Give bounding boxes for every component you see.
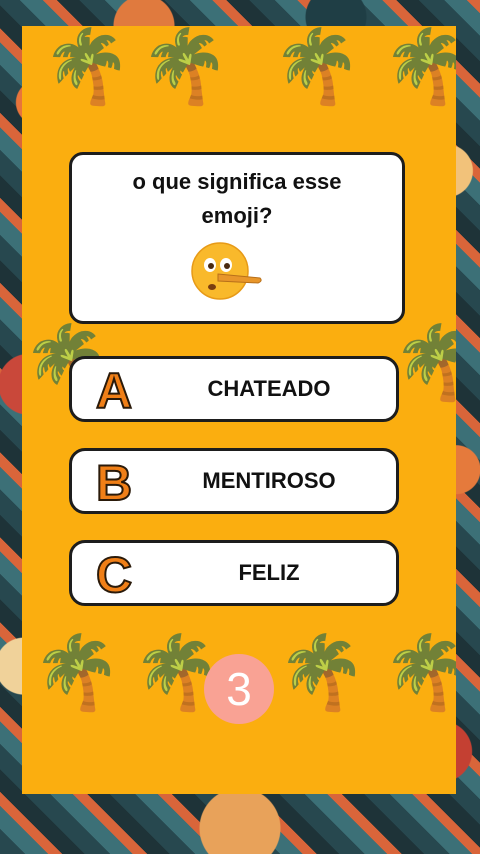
lying-face-emoji-icon — [191, 242, 262, 300]
palm-tree-icon: 🌴 — [32, 630, 122, 714]
countdown-timer: 3 — [204, 654, 274, 724]
answer-option-c[interactable]: C FELIZ — [69, 540, 399, 606]
answer-option-b[interactable]: B MENTIROSO — [69, 448, 399, 514]
palm-tree-icon: 🌴 — [140, 26, 230, 108]
answer-letter: B — [95, 454, 133, 512]
palm-tree-icon: 🌴 — [382, 630, 456, 714]
answer-label: CHATEADO — [207, 376, 331, 401]
palm-tree-icon: 🌴 — [42, 26, 132, 108]
answer-label: FELIZ — [238, 560, 300, 585]
answer-option-a[interactable]: A CHATEADO — [69, 356, 399, 422]
answer-letter: C — [95, 546, 133, 604]
answer-letter: A — [95, 362, 133, 420]
quiz-card: 🌴 🌴 🌴 🌴 🌴 🌴 🌴 🌴 🌴 🌴 o que significa esse… — [22, 26, 456, 794]
palm-tree-icon: 🌴 — [272, 26, 362, 108]
question-text: o que significa esse emoji? — [132, 169, 342, 228]
palm-tree-icon: 🌴 — [392, 320, 456, 404]
palm-tree-icon: 🌴 — [277, 630, 367, 714]
answer-label: MENTIROSO — [202, 468, 336, 493]
palm-tree-icon: 🌴 — [382, 26, 456, 108]
question-box: o que significa esse emoji? — [69, 152, 405, 324]
